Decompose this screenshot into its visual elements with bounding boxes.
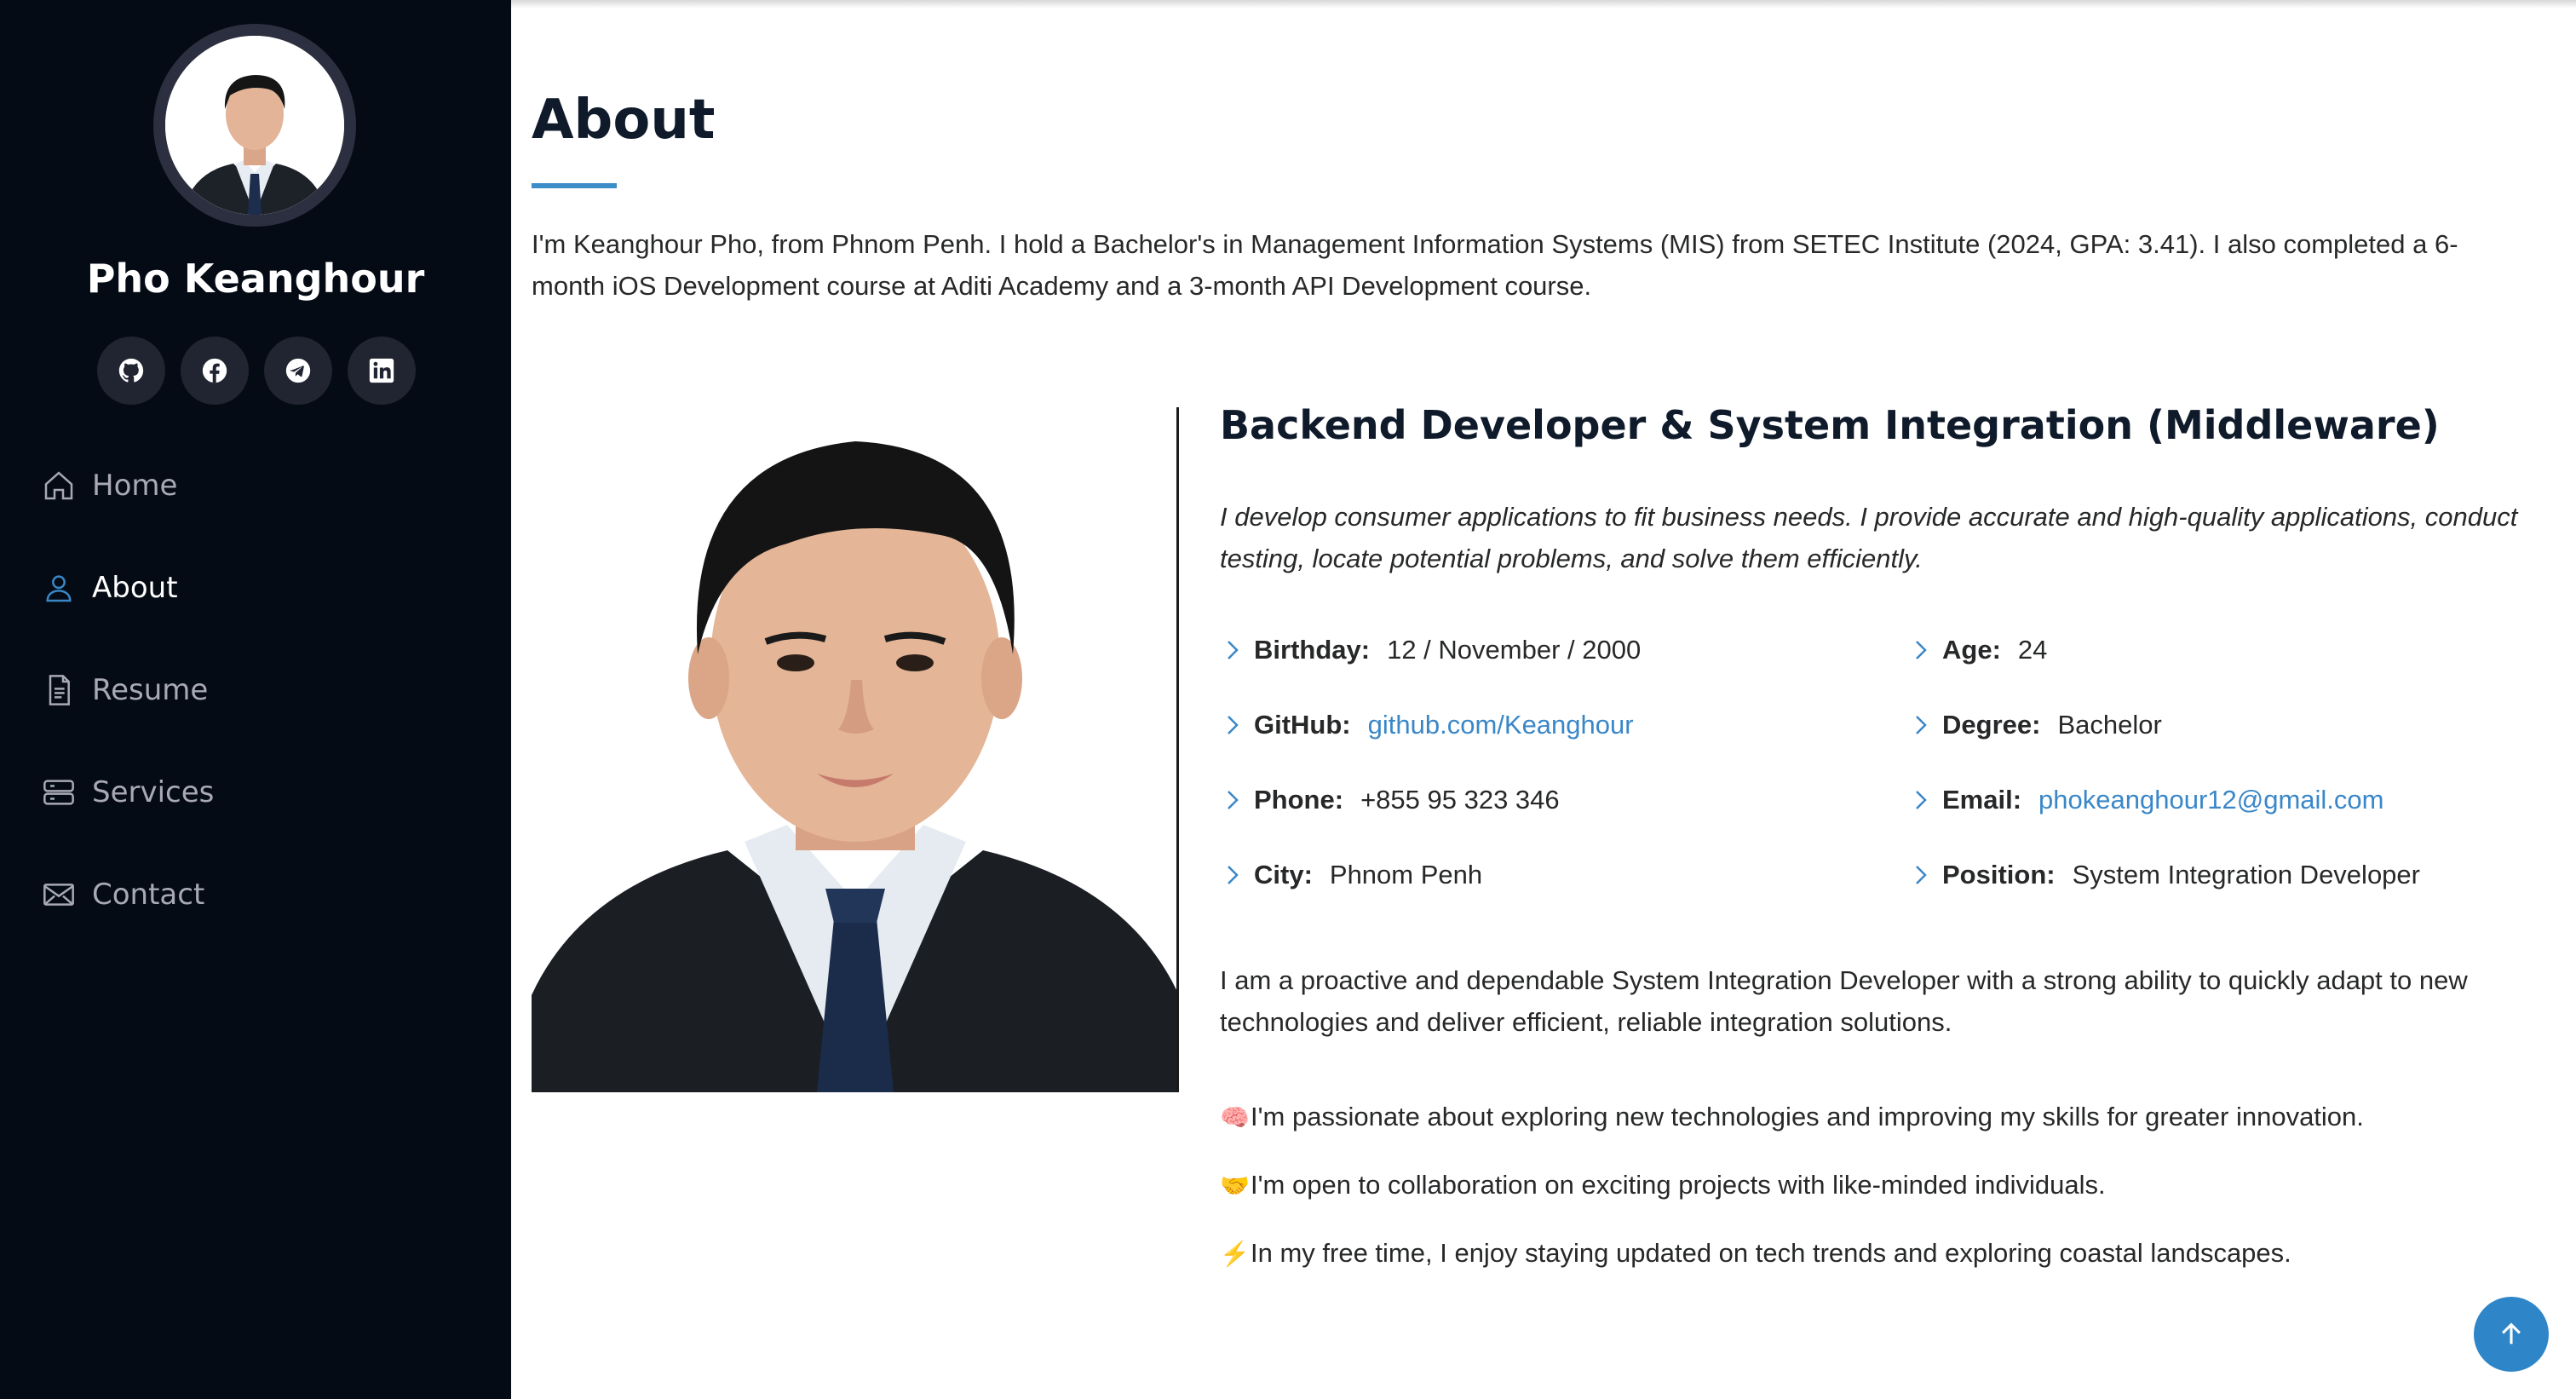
info-position: Position: System Integration Developer: [1908, 855, 2420, 895]
profile-name: Pho Keanghour: [86, 256, 425, 302]
facebook-link[interactable]: [181, 337, 249, 405]
file-icon: [41, 672, 77, 708]
social-links: [97, 337, 416, 405]
nav-label: Home: [92, 469, 178, 503]
bullet-text: I'm open to collaboration on exciting pr…: [1251, 1170, 2106, 1200]
arrow-up-icon: [2501, 1322, 2521, 1344]
back-to-top-button[interactable]: [2474, 1297, 2549, 1372]
info-key: City:: [1254, 860, 1313, 889]
info-key: Email:: [1942, 785, 2022, 815]
chevron-right-icon: [1228, 866, 1239, 884]
info-key: Degree:: [1942, 710, 2041, 740]
handshake-icon: 🤝: [1220, 1172, 1250, 1199]
server-icon: [41, 774, 77, 810]
info-phone: Phone: +855 95 323 346: [1220, 780, 1641, 820]
info-birthday: Birthday: 12 / November / 2000: [1220, 630, 1641, 670]
info-value: +855 95 323 346: [1360, 785, 1560, 815]
chevron-right-icon: [1228, 716, 1239, 734]
chevron-right-icon: [1916, 791, 1927, 809]
about-summary: I am a proactive and dependable System I…: [1220, 965, 2468, 1037]
list-item: 🤝 I'm open to collaboration on exciting …: [1220, 1166, 2364, 1205]
info-key: Birthday:: [1254, 635, 1371, 665]
info-value: 12 / November / 2000: [1387, 635, 1642, 665]
nav-item-about[interactable]: About: [41, 562, 467, 613]
info-degree: Degree: Bachelor: [1908, 705, 2420, 745]
chevron-right-icon: [1916, 866, 1927, 884]
github-icon: [118, 358, 144, 383]
chevron-right-icon: [1916, 716, 1927, 734]
info-value: Phnom Penh: [1329, 860, 1483, 889]
github-link-text[interactable]: github.com/Keanghour: [1368, 710, 1634, 740]
nav-label: Services: [92, 775, 215, 809]
email-link[interactable]: phokeanghour12@gmail.com: [2038, 785, 2383, 815]
nav-item-resume[interactable]: Resume: [41, 665, 467, 716]
profile-photo-frame: [153, 24, 356, 227]
lightning-icon: ⚡: [1220, 1240, 1250, 1267]
about-bullets: 🧠 I'm passionate about exploring new tec…: [1220, 1097, 2364, 1302]
nav-label: Contact: [92, 878, 205, 912]
avatar: [165, 36, 344, 215]
nav-item-contact[interactable]: Contact: [41, 869, 467, 920]
info-key: Phone:: [1254, 785, 1344, 815]
sidebar: Pho Keanghour Home About Resume Services…: [0, 0, 511, 1399]
info-value: 24: [2017, 635, 2048, 665]
profile-photo: [532, 407, 1179, 1092]
section-title: About: [532, 89, 716, 152]
chevron-right-icon: [1228, 641, 1239, 659]
job-title: Backend Developer & System Integration (…: [1220, 402, 2440, 448]
info-key: Position:: [1942, 860, 2056, 889]
github-link[interactable]: [97, 337, 165, 405]
bullet-text: I'm passionate about exploring new techn…: [1251, 1102, 2364, 1131]
telegram-icon: [285, 358, 311, 383]
info-email: Email: phokeanghour12@gmail.com: [1908, 780, 2420, 820]
telegram-link[interactable]: [264, 337, 332, 405]
nav-item-home[interactable]: Home: [41, 460, 467, 511]
chevron-right-icon: [1916, 641, 1927, 659]
nav-item-services[interactable]: Services: [41, 767, 467, 818]
nav-label: About: [92, 571, 178, 605]
info-list-right: Age: 24 Degree: Bachelor Email: phokeang…: [1908, 630, 2420, 930]
header-shadow: [511, 0, 2576, 9]
info-key: GitHub:: [1254, 710, 1351, 740]
info-age: Age: 24: [1908, 630, 2420, 670]
nav-label: Resume: [92, 673, 209, 707]
envelope-icon: [41, 877, 77, 913]
home-icon: [41, 468, 77, 504]
chevron-right-icon: [1228, 791, 1239, 809]
brain-icon: 🧠: [1220, 1103, 1250, 1131]
job-description: I develop consumer applications to fit b…: [1220, 502, 2518, 573]
about-intro: I'm Keanghour Pho, from Phnom Penh. I ho…: [532, 229, 2458, 301]
info-value: System Integration Developer: [2072, 860, 2420, 889]
info-list-left: Birthday: 12 / November / 2000 GitHub: g…: [1220, 630, 1641, 930]
info-value: Bachelor: [2057, 710, 2162, 740]
info-city: City: Phnom Penh: [1220, 855, 1641, 895]
linkedin-link[interactable]: [348, 337, 416, 405]
title-underline: [532, 183, 617, 188]
list-item: 🧠 I'm passionate about exploring new tec…: [1220, 1097, 2364, 1137]
info-key: Age:: [1942, 635, 2001, 665]
info-github: GitHub: github.com/Keanghour: [1220, 705, 1641, 745]
person-icon: [41, 570, 77, 606]
bullet-text: In my free time, I enjoy staying updated…: [1251, 1238, 2291, 1268]
facebook-icon: [202, 358, 227, 383]
linkedin-icon: [369, 358, 394, 383]
list-item: ⚡ In my free time, I enjoy staying updat…: [1220, 1234, 2364, 1273]
